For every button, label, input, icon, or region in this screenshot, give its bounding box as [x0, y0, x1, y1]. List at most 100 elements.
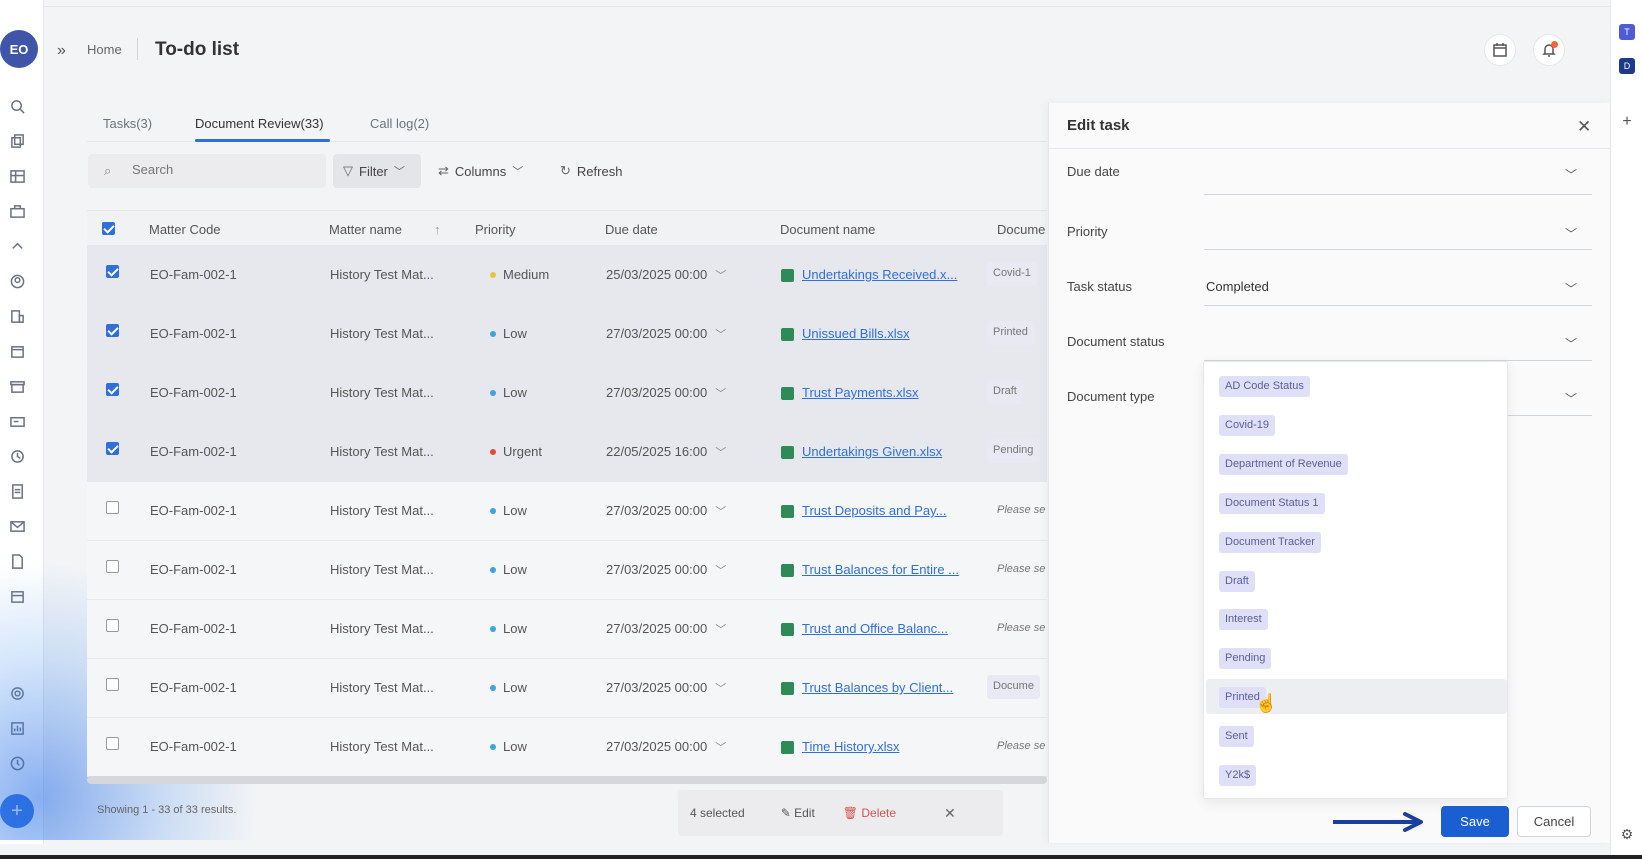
dropdown-option[interactable]: Document Status 1 [1206, 485, 1507, 520]
tab-tasks[interactable]: Tasks(3) [103, 116, 152, 131]
document-icon[interactable] [9, 483, 25, 499]
document-link[interactable]: Undertakings Received.x... [802, 267, 957, 282]
document-status-tag[interactable]: Pending [987, 439, 1040, 463]
document-link[interactable]: Trust Payments.xlsx [802, 385, 919, 400]
row-checkbox[interactable] [106, 324, 119, 337]
row-checkbox[interactable] [106, 442, 119, 455]
header-document-status[interactable]: Docume [997, 222, 1045, 237]
table-row[interactable]: EO-Fam-002-1 History Test Mat... Low 27/… [87, 482, 1047, 541]
tab-document-review[interactable]: Document Review(33) [195, 116, 324, 131]
table-row[interactable]: EO-Fam-002-1 History Test Mat... Low 27/… [87, 718, 1047, 777]
header-matter-code[interactable]: Matter Code [149, 222, 221, 237]
dropdown-option[interactable]: Department of Revenue [1206, 446, 1507, 481]
row-checkbox[interactable] [106, 737, 119, 750]
id-card-icon[interactable] [9, 413, 25, 429]
row-checkbox[interactable] [106, 383, 119, 396]
columns-button[interactable]: ⇄ Columns ﹀ [438, 154, 523, 188]
chevron-down-icon[interactable]: ﹀ [1565, 225, 1577, 242]
avatar[interactable]: EO [0, 30, 38, 68]
filter-button[interactable]: ▽ Filter ﹀ [333, 154, 421, 188]
briefcase-icon[interactable] [9, 203, 25, 219]
row-checkbox[interactable] [106, 501, 119, 514]
mail-icon[interactable] [9, 518, 25, 534]
select-all-checkbox[interactable] [102, 222, 115, 235]
due-date-cell[interactable]: 27/03/2025 00:00 ﹀ [606, 385, 726, 401]
chevron-down-icon[interactable]: ﹀ [715, 447, 726, 459]
table-row[interactable]: EO-Fam-002-1 History Test Mat... Low 27/… [87, 305, 1047, 364]
dropdown-option[interactable]: Interest [1206, 601, 1507, 636]
breadcrumb-home[interactable]: Home [87, 42, 122, 57]
search-input[interactable] [132, 162, 312, 177]
due-date-cell[interactable]: 27/03/2025 00:00 ﹀ [606, 739, 726, 755]
document-status-tag[interactable]: Draft [987, 380, 1023, 404]
table-row[interactable]: EO-Fam-002-1 History Test Mat... Low 27/… [87, 659, 1047, 718]
close-icon[interactable]: ✕ [1577, 117, 1591, 137]
copy-icon[interactable] [9, 133, 25, 149]
gear-icon[interactable]: ⚙ [1619, 826, 1635, 842]
due-date-cell[interactable]: 27/03/2025 00:00 ﹀ [606, 621, 726, 637]
table-row[interactable]: EO-Fam-002-1 History Test Mat... Medium … [87, 246, 1047, 305]
dropdown-option[interactable]: Sent [1206, 718, 1507, 753]
building-icon[interactable] [9, 308, 25, 324]
archive-icon[interactable] [9, 378, 25, 394]
document-link[interactable]: Trust Balances for Entire ... [802, 562, 959, 577]
document-status-placeholder[interactable]: Please se [997, 504, 1045, 516]
document-link[interactable]: Unissued Bills.xlsx [802, 326, 910, 341]
desk-app-icon[interactable]: D [1619, 58, 1635, 74]
chevron-down-icon[interactable]: ﹀ [715, 683, 726, 695]
clock-icon[interactable] [9, 755, 25, 771]
add-icon[interactable]: + [0, 794, 34, 828]
document-link[interactable]: Trust and Office Balanc... [802, 621, 948, 636]
header-due-date[interactable]: Due date [605, 222, 658, 237]
chevron-down-icon[interactable]: ﹀ [715, 506, 726, 518]
task-status-value[interactable]: Completed [1206, 279, 1269, 294]
chevron-down-icon[interactable]: ﹀ [1565, 280, 1577, 297]
chevron-down-icon[interactable]: ﹀ [1565, 390, 1577, 407]
chevron-down-icon[interactable]: ﹀ [715, 329, 726, 341]
save-button[interactable]: Save [1441, 806, 1509, 837]
chevron-down-icon[interactable]: ﹀ [1565, 335, 1577, 352]
header-priority[interactable]: Priority [475, 222, 515, 237]
due-date-cell[interactable]: 27/03/2025 00:00 ﹀ [606, 326, 726, 342]
chevron-down-icon[interactable]: ﹀ [1565, 166, 1577, 183]
plus-icon[interactable]: + [1619, 113, 1635, 130]
table-row[interactable]: EO-Fam-002-1 History Test Mat... Low 27/… [87, 600, 1047, 659]
report-icon[interactable] [9, 720, 25, 736]
search-icon[interactable] [9, 98, 25, 114]
row-checkbox[interactable] [106, 678, 119, 691]
cancel-button[interactable]: Cancel [1517, 806, 1591, 837]
document-status-placeholder[interactable]: Please se [997, 563, 1045, 575]
document-link[interactable]: Trust Balances by Client... [802, 680, 953, 695]
row-checkbox[interactable] [106, 619, 119, 632]
chevron-down-icon[interactable]: ﹀ [715, 624, 726, 636]
refresh-button[interactable]: ↻ Refresh [560, 154, 622, 188]
bulk-edit-button[interactable]: ✎ Edit [781, 806, 815, 820]
header-document-name[interactable]: Document name [780, 222, 875, 237]
table-row[interactable]: EO-Fam-002-1 History Test Mat... Urgent … [87, 423, 1047, 482]
due-date-cell[interactable]: 27/03/2025 00:00 ﹀ [606, 562, 726, 578]
teams-icon[interactable]: T [1619, 24, 1635, 40]
row-checkbox[interactable] [106, 560, 119, 573]
chevron-down-icon[interactable]: ﹀ [715, 270, 726, 282]
dropdown-option[interactable]: Covid-19 [1206, 407, 1507, 442]
grid-icon[interactable] [9, 168, 25, 184]
chevron-down-icon[interactable]: ﹀ [715, 388, 726, 400]
calendar-check-icon[interactable] [9, 343, 25, 359]
document-status-placeholder[interactable]: Please se [997, 622, 1045, 634]
header-matter-name[interactable]: Matter name [329, 222, 402, 237]
expand-sidebar-icon[interactable]: » [57, 42, 66, 60]
dropdown-option[interactable]: Pending [1206, 640, 1507, 675]
document-status-placeholder[interactable]: Please se [997, 740, 1045, 752]
user-circle-icon[interactable] [9, 273, 25, 289]
document-status-tag[interactable]: Covid-1 [987, 262, 1037, 286]
due-date-cell[interactable]: 25/03/2025 00:00 ﹀ [606, 267, 726, 283]
sort-ascending-icon[interactable]: ↑ [434, 222, 441, 237]
dropdown-option[interactable]: Document Tracker [1206, 524, 1507, 559]
tab-call-log[interactable]: Call log(2) [370, 116, 429, 131]
chevron-down-icon[interactable]: ﹀ [715, 742, 726, 754]
row-checkbox[interactable] [106, 265, 119, 278]
task-status-field[interactable] [1204, 305, 1592, 306]
chevron-up-icon[interactable] [9, 238, 25, 254]
due-date-cell[interactable]: 27/03/2025 00:00 ﹀ [606, 503, 726, 519]
search-box[interactable]: ⌕ [88, 154, 326, 188]
